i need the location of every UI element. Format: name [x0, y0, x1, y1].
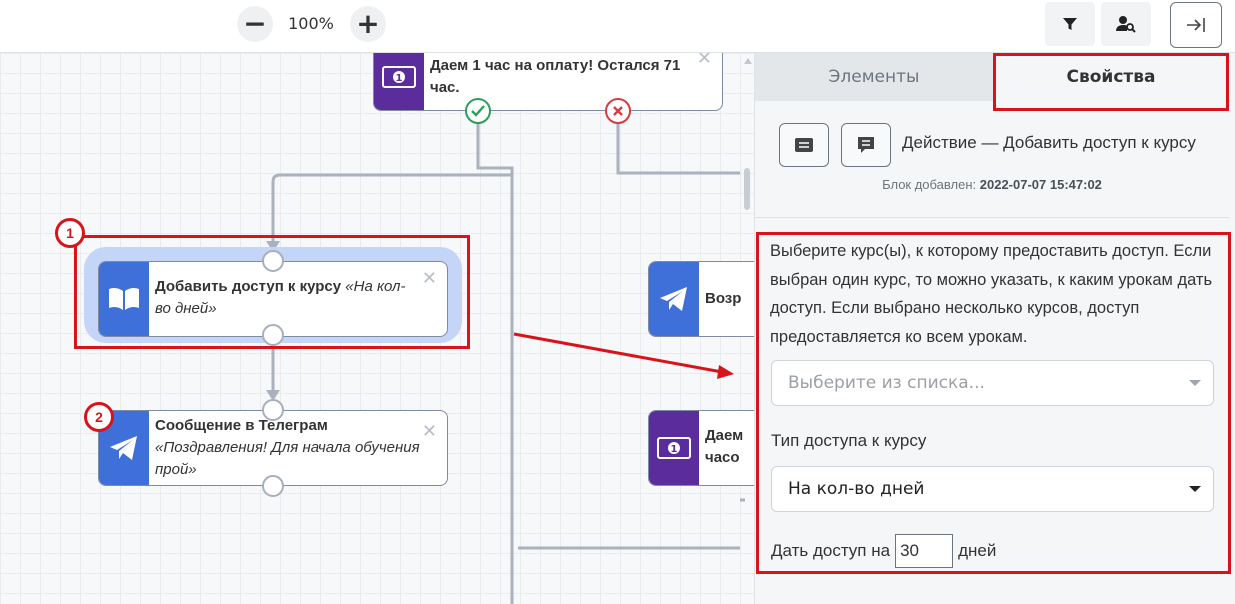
tab-elements[interactable]: Элементы [755, 53, 993, 101]
block-added-value: 2022-07-07 15:47:02 [979, 177, 1102, 192]
comment-icon [858, 137, 874, 153]
comment-button[interactable] [841, 123, 891, 167]
note-icon [795, 138, 813, 152]
highlight-box-form [756, 232, 1231, 574]
properties-panel: Элементы Свойства Действие — Добавить до… [754, 53, 1235, 604]
note-button[interactable] [779, 123, 829, 167]
divider [755, 217, 1229, 218]
highlight-box-tab [993, 53, 1229, 111]
block-added: Блок добавлен: 2022-07-07 15:47:02 [755, 177, 1229, 192]
action-title: Действие — Добавить доступ к курсу [902, 133, 1196, 152]
block-added-label: Блок добавлен: [882, 177, 977, 192]
